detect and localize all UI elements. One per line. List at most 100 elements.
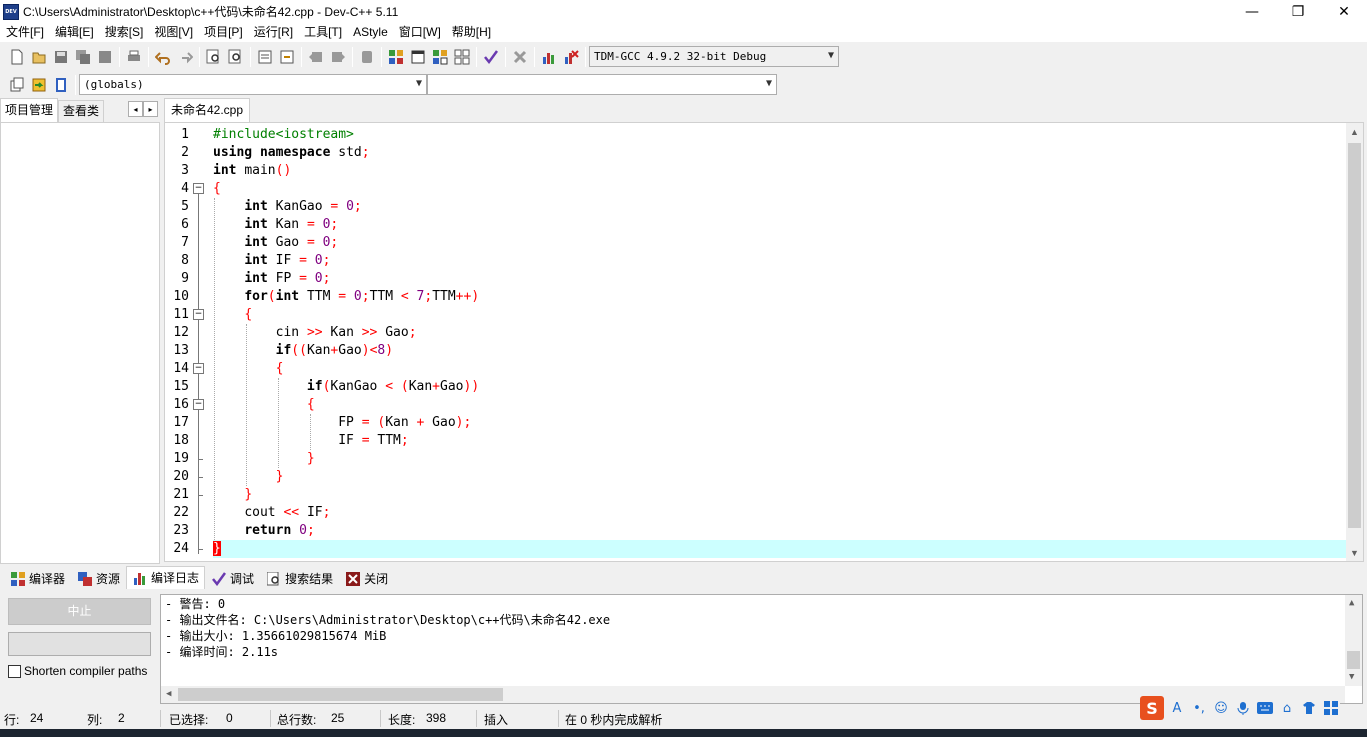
fold-toggle-icon[interactable]: − (193, 363, 204, 374)
skin-icon[interactable]: ⌂ (1278, 699, 1296, 717)
code-area[interactable]: #include<iostream> using namespace std; in… (213, 123, 1347, 561)
tab-debug[interactable]: 调试 (205, 568, 260, 589)
scroll-up-icon[interactable]: ▲ (1346, 123, 1363, 140)
scroll-thumb[interactable] (1347, 651, 1360, 669)
code-line[interactable]: } (213, 450, 1347, 468)
code-line[interactable]: } (213, 486, 1347, 504)
menu-astyle[interactable]: AStyle (349, 23, 395, 42)
open-file-icon[interactable] (28, 46, 50, 68)
undo-icon[interactable] (152, 46, 174, 68)
code-line[interactable]: { (213, 396, 1347, 414)
tab-compiler[interactable]: 编译器 (4, 568, 71, 589)
microphone-icon[interactable] (1234, 699, 1252, 717)
toolbox-icon[interactable] (1322, 699, 1340, 717)
menu-edit[interactable]: 编辑[E] (51, 23, 101, 42)
menu-file[interactable]: 文件[F] (2, 23, 51, 42)
close-button[interactable]: ✕ (1321, 0, 1367, 23)
run-icon[interactable] (407, 46, 429, 68)
save-all-icon[interactable] (72, 46, 94, 68)
shorten-paths-checkbox[interactable] (8, 664, 21, 678)
tab-scroll-left-icon[interactable]: ◂ (128, 101, 143, 117)
code-line[interactable]: int FP = 0; (213, 270, 1347, 288)
stop-execution-icon[interactable] (509, 46, 531, 68)
code-line[interactable]: #include<iostream> (213, 126, 1347, 144)
replace-icon[interactable] (225, 46, 247, 68)
shorten-paths-option[interactable]: Shorten compiler paths (8, 664, 147, 678)
current-code-line[interactable]: } (213, 540, 1347, 558)
project-options-icon[interactable] (356, 46, 378, 68)
tab-file[interactable]: 未命名42.cpp (164, 98, 251, 122)
menu-search[interactable]: 搜索[S] (101, 23, 151, 42)
new-file-icon[interactable] (6, 46, 28, 68)
profile-icon[interactable] (538, 46, 560, 68)
tab-project-manager[interactable]: 项目管理 (0, 98, 59, 122)
stop-button[interactable]: 中止 (8, 598, 151, 625)
indent-icon[interactable] (276, 46, 298, 68)
scroll-up-icon[interactable]: ▲ (1349, 598, 1354, 608)
fold-toggle-icon[interactable]: − (193, 309, 204, 320)
code-line[interactable]: FP = (Kan + Gao); (213, 414, 1347, 432)
minimize-button[interactable]: — (1229, 0, 1275, 23)
menu-run[interactable]: 运行[R] (250, 23, 300, 42)
syntax-check-icon[interactable] (480, 46, 502, 68)
code-line[interactable]: return 0; (213, 522, 1347, 540)
code-line[interactable]: IF = TTM; (213, 432, 1347, 450)
scroll-left-icon[interactable]: ◀ (166, 689, 171, 699)
scroll-down-icon[interactable]: ▼ (1349, 672, 1354, 682)
sogou-logo-icon[interactable]: S (1140, 696, 1164, 720)
toggle-bookmark-icon[interactable] (28, 74, 50, 96)
menu-project[interactable]: 项目[P] (200, 23, 250, 42)
goto-bookmark-icon[interactable] (50, 74, 72, 96)
tab-compile-log[interactable]: 编译日志 (126, 566, 206, 589)
project-tree[interactable] (0, 122, 160, 564)
goto-line-icon[interactable] (254, 46, 276, 68)
menu-tools[interactable]: 工具[T] (300, 23, 349, 42)
symbol-select[interactable]: ▼ (427, 74, 777, 95)
close-file-icon[interactable] (94, 46, 116, 68)
code-line[interactable]: int IF = 0; (213, 252, 1347, 270)
save-icon[interactable] (50, 46, 72, 68)
tab-resources[interactable]: 资源 (71, 568, 126, 589)
rebuild-icon[interactable] (451, 46, 473, 68)
editor-vertical-scrollbar[interactable]: ▲ ▼ (1346, 123, 1363, 561)
menu-view[interactable]: 视图[V] (150, 23, 200, 42)
find-icon[interactable] (203, 46, 225, 68)
scroll-thumb[interactable] (178, 688, 503, 701)
code-line[interactable]: int Kan = 0; (213, 216, 1347, 234)
scope-select[interactable]: (globals) ▼ (79, 74, 427, 95)
compiler-select[interactable]: TDM-GCC 4.9.2 32-bit Debug ▼ (589, 46, 839, 67)
code-line[interactable]: int main() (213, 162, 1347, 180)
code-line[interactable]: if(KanGao < (Kan+Gao)) (213, 378, 1347, 396)
code-line[interactable]: cin >> Kan >> Gao; (213, 324, 1347, 342)
keyboard-icon[interactable] (1256, 699, 1274, 717)
compile-log[interactable]: - 警告: 0 - 输出文件名: C:\Users\Administrator\… (160, 594, 1363, 704)
punctuation-icon[interactable]: •, (1190, 699, 1208, 717)
tab-class-browser[interactable]: 查看类 (58, 100, 105, 122)
code-line[interactable]: { (213, 306, 1347, 324)
insert-icon[interactable] (6, 74, 28, 96)
compile-icon[interactable] (385, 46, 407, 68)
code-line[interactable]: cout << IF; (213, 504, 1347, 522)
tab-close[interactable]: 关闭 (339, 568, 394, 589)
code-editor[interactable]: 1 2 3 4 5 6 7 8 9 10 11 12 13 14 15 16 17 18 19 20 21 22 23 24−… (164, 122, 1364, 562)
language-icon[interactable]: A (1168, 699, 1186, 717)
menu-help[interactable]: 帮助[H] (448, 23, 498, 42)
code-line[interactable]: { (213, 180, 1347, 198)
maximize-button[interactable]: ❐ (1275, 0, 1321, 23)
project-add-icon[interactable] (305, 46, 327, 68)
compile-run-icon[interactable] (429, 46, 451, 68)
menu-window[interactable]: 窗口[W] (395, 23, 448, 42)
fold-toggle-icon[interactable]: − (193, 183, 204, 194)
tab-scroll-right-icon[interactable]: ▸ (143, 101, 158, 117)
fold-toggle-icon[interactable]: − (193, 399, 204, 410)
code-line[interactable]: int Gao = 0; (213, 234, 1347, 252)
code-line[interactable]: } (213, 468, 1347, 486)
code-line[interactable]: if((Kan+Gao)<8) (213, 342, 1347, 360)
code-line[interactable]: using namespace std; (213, 144, 1347, 162)
code-line[interactable]: { (213, 360, 1347, 378)
log-vertical-scrollbar[interactable]: ▲ ▼ (1345, 595, 1362, 686)
tab-search-results[interactable]: 搜索结果 (260, 568, 339, 589)
code-line[interactable]: for(int TTM = 0;TTM < 7;TTM++) (213, 288, 1347, 306)
delete-profile-icon[interactable] (560, 46, 582, 68)
scroll-down-icon[interactable]: ▼ (1346, 544, 1363, 561)
